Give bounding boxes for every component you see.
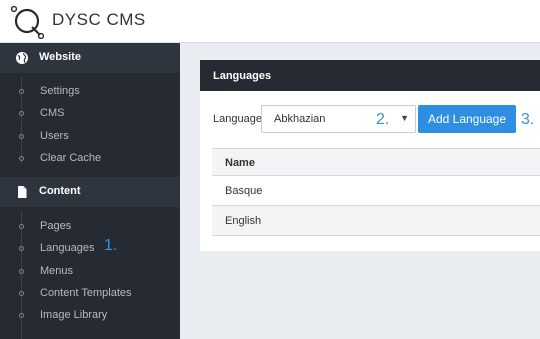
- language-select-value: Abkhazian: [274, 113, 326, 125]
- sidebar-item-label: Languages: [40, 242, 95, 255]
- sidebar-item-cms[interactable]: CMS: [0, 102, 180, 124]
- top-bar: DYSC CMS: [0, 0, 540, 43]
- sidebar-item-label: Settings: [40, 85, 80, 97]
- add-language-button[interactable]: Add Language: [418, 105, 516, 133]
- sidebar-item-label: CMS: [40, 107, 65, 120]
- languages-panel: Languages Language Abkhazian ▼ 2. Add La…: [200, 60, 540, 251]
- sidebar-item-label: Clear Cache: [40, 151, 102, 164]
- column-header-name: Name: [225, 157, 255, 169]
- table-cell: English: [225, 215, 262, 227]
- sidebar-item-menus[interactable]: Menus: [0, 260, 180, 282]
- bullet-icon: [19, 133, 24, 139]
- sidebar-item-label: Menus: [40, 264, 74, 277]
- panel-header: Languages: [200, 60, 540, 91]
- logo-icon: [10, 5, 44, 39]
- table-row[interactable]: Basque: [212, 176, 540, 206]
- sidebar-item-content-templates[interactable]: Content Templates: [0, 282, 180, 304]
- languages-table: Name Basque English: [212, 148, 540, 236]
- bullet-icon: [19, 313, 24, 319]
- bullet-icon: [19, 246, 24, 252]
- sidebar-item-users[interactable]: Users: [0, 125, 180, 147]
- sidebar-item-label: Content Templates: [40, 286, 132, 299]
- globe-icon: [16, 52, 28, 64]
- bullet-icon: [19, 268, 24, 274]
- sidebar-item-label: Users: [40, 129, 69, 142]
- brand-part1: DYSC: [52, 10, 102, 29]
- sidebar-section-content[interactable]: Content: [0, 177, 180, 207]
- annotation-step-1: 1.: [104, 237, 118, 254]
- bullet-icon: [19, 290, 24, 296]
- sidebar-section-website[interactable]: Website: [0, 43, 180, 73]
- sidebar-item-pages[interactable]: Pages: [0, 215, 180, 237]
- sidebar-item-languages[interactable]: Languages: [0, 237, 180, 259]
- panel-title: Languages: [213, 70, 272, 82]
- sidebar-list-website: Settings CMS Users Clear Cache: [0, 80, 180, 169]
- brand-name[interactable]: DYSC CMS: [52, 10, 146, 30]
- bullet-icon: [19, 224, 24, 229]
- table-cell: Basque: [225, 185, 263, 197]
- sidebar-item-label: Image Library: [40, 309, 108, 322]
- sidebar-item-image-library[interactable]: Image Library: [0, 304, 180, 326]
- bullet-icon: [19, 155, 24, 161]
- sidebar-item-clear-cache[interactable]: Clear Cache: [0, 147, 180, 169]
- document-icon: [18, 186, 27, 198]
- sidebar-item-label: Pages: [40, 220, 72, 232]
- caret-down-icon: ▼: [400, 113, 409, 123]
- sidebar-list-content: Pages Languages Menus Content Templates …: [0, 215, 180, 326]
- brand-part2: CMS: [101, 10, 146, 29]
- language-select[interactable]: Abkhazian ▼: [261, 105, 416, 133]
- sidebar: Website Settings CMS Users Clear Cache C…: [0, 43, 180, 339]
- language-label: Language: [213, 113, 262, 125]
- sidebar-section-label: Content: [39, 185, 81, 197]
- sidebar-section-label: Website: [39, 51, 81, 63]
- sidebar-item-settings[interactable]: Settings: [0, 80, 180, 102]
- table-row[interactable]: English: [212, 206, 540, 236]
- table-header[interactable]: Name: [212, 149, 540, 176]
- bullet-icon: [19, 89, 24, 94]
- bullet-icon: [19, 111, 24, 117]
- annotation-step-2: 2.: [376, 111, 390, 128]
- annotation-step-3: 3.: [521, 111, 535, 128]
